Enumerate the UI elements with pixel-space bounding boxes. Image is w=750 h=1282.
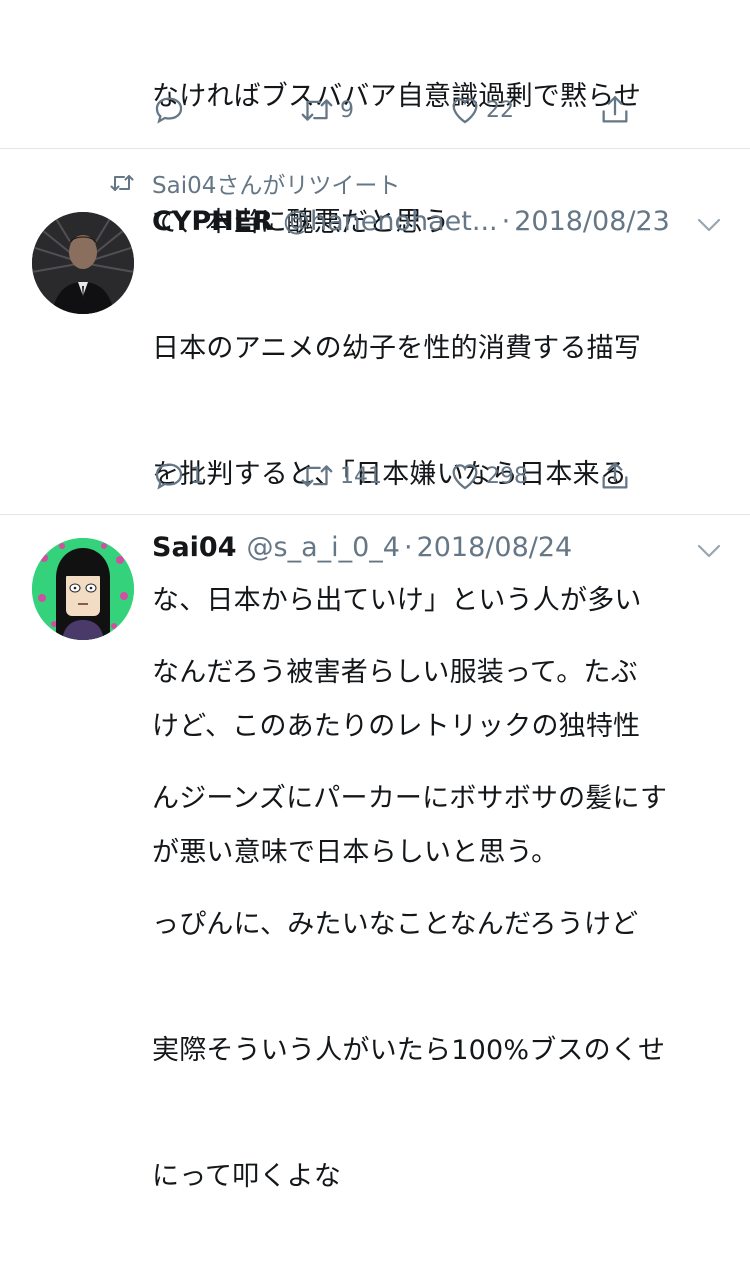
tweet-text-line: なんだろう被害者らしい服装って。たぶ <box>152 657 638 688</box>
retweet-count: 141 <box>340 463 382 489</box>
tweet-text-line: にって叩くよな <box>152 1161 342 1192</box>
tweet-actions: 9 22 <box>152 90 652 130</box>
retweet-icon <box>301 465 333 487</box>
tweet-header: Sai04 @s_a_i_0_4 · 2018/08/24 <box>152 532 572 572</box>
tweet-text-line: んジーンズにパーカーにボサボサの髪にす <box>152 783 668 814</box>
retweet-count: 9 <box>340 97 354 123</box>
retweet-icon <box>110 175 134 191</box>
tweet-date[interactable]: 2018/08/23 <box>514 206 670 237</box>
like-button[interactable]: 22 <box>448 90 514 130</box>
retweet-button[interactable]: 141 <box>298 456 382 496</box>
display-name[interactable]: CYPHER <box>152 206 273 237</box>
retweet-banner-label: Sai04さんがリツイート <box>152 173 401 199</box>
user-handle[interactable]: @hanenohaet... <box>283 206 498 237</box>
divider <box>0 148 750 149</box>
display-name[interactable]: Sai04 <box>152 532 237 563</box>
tweet-actions: 1 141 298 <box>152 456 652 496</box>
share-button[interactable] <box>598 90 632 130</box>
share-icon <box>602 96 628 123</box>
like-icon <box>452 98 478 124</box>
separator-dot: · <box>403 532 413 563</box>
like-count: 298 <box>486 463 528 489</box>
reply-icon <box>155 97 183 124</box>
chevron-down-icon[interactable] <box>696 216 722 234</box>
avatar[interactable] <box>32 212 134 314</box>
like-count: 22 <box>486 97 514 123</box>
avatar[interactable] <box>32 538 134 640</box>
reply-count: 1 <box>190 463 204 489</box>
retweet-button[interactable]: 9 <box>298 90 354 130</box>
chevron-down-icon[interactable] <box>696 542 722 560</box>
share-button[interactable] <box>598 456 632 496</box>
like-icon <box>452 464 478 490</box>
tweet-text: なんだろう被害者らしい服装って。たぶ んジーンズにパーカーにボサボサの髪にす っ… <box>152 568 667 1282</box>
reply-icon <box>155 463 183 490</box>
retweet-banner[interactable]: Sai04さんがリツイート <box>108 166 400 200</box>
divider <box>0 514 750 515</box>
tweet-text-line: っぴんに、みたいなことなんだろうけど <box>152 909 639 940</box>
tweet-date[interactable]: 2018/08/24 <box>417 532 573 563</box>
reply-button[interactable]: 1 <box>152 456 204 496</box>
avatar-image <box>32 538 134 640</box>
user-handle[interactable]: @s_a_i_0_4 <box>247 532 400 563</box>
retweet-icon <box>301 99 333 121</box>
like-button[interactable]: 298 <box>448 456 528 496</box>
tweet-header: CYPHER @hanenohaet... · 2018/08/23 <box>152 206 670 246</box>
tweet-text-line: 日本のアニメの幼子を性的消費する描写 <box>152 333 642 364</box>
reply-button[interactable] <box>152 90 186 130</box>
tweet-text-line: 実際そういう人がいたら100%ブスのくせ <box>152 1035 666 1066</box>
avatar-image <box>32 212 134 314</box>
share-icon <box>602 462 628 489</box>
separator-dot: · <box>501 206 511 237</box>
